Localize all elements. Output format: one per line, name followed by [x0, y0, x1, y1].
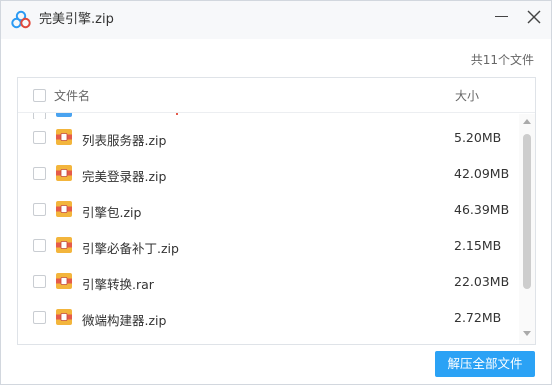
select-all-checkbox[interactable]	[33, 89, 46, 102]
archive-file-icon	[56, 237, 72, 253]
file-name: 微端构建器.zip	[82, 313, 167, 328]
vertical-scrollbar[interactable]	[519, 114, 535, 344]
file-name: 引擎转换.rar	[82, 277, 154, 292]
row-checkbox[interactable]	[33, 275, 46, 288]
file-size: 46.39MB	[454, 202, 510, 217]
column-header-name[interactable]: 文件名	[54, 87, 90, 104]
file-size: 2.72MB	[454, 310, 502, 325]
file-size: 2.15MB	[454, 238, 502, 253]
title-bar: 完美引擎.zip	[1, 1, 551, 39]
scroll-up-arrow-icon[interactable]	[523, 119, 531, 124]
archive-preview-window: 完美引擎.zip 共11个文件 文件名 大小 列表服务器.zip 5.20MB …	[0, 0, 552, 385]
archive-file-icon	[56, 165, 72, 181]
file-name: 列表服务器.zip	[82, 133, 167, 148]
scrollbar-thumb[interactable]	[523, 134, 531, 289]
minimize-button[interactable]	[491, 6, 513, 28]
column-header-size[interactable]: 大小	[455, 87, 479, 104]
list-item-partial	[18, 113, 518, 119]
file-count-label: 共11个文件	[470, 53, 534, 67]
file-list: 文件名 大小 列表服务器.zip 5.20MB 完美登录器.zip 42.09M…	[17, 77, 536, 345]
row-checkbox[interactable]	[33, 311, 46, 324]
list-item[interactable]: 完美登录器.zip 42.09MB	[18, 156, 518, 192]
file-name: 引擎包.zip	[82, 205, 142, 220]
archive-file-icon	[56, 273, 72, 289]
file-size: 22.03MB	[454, 274, 510, 289]
archive-file-icon	[56, 129, 72, 145]
file-name: 引擎必备补丁.zip	[82, 241, 179, 256]
close-button[interactable]	[523, 6, 545, 28]
row-checkbox[interactable]	[33, 167, 46, 180]
row-checkbox[interactable]	[33, 239, 46, 252]
window-title: 完美引擎.zip	[39, 12, 114, 27]
list-item[interactable]: 引擎转换.rar 22.03MB	[18, 264, 518, 300]
baidu-netdisk-cloud-icon	[11, 10, 31, 29]
scroll-down-arrow-icon[interactable]	[523, 331, 531, 336]
row-checkbox[interactable]	[33, 203, 46, 216]
extract-all-button[interactable]: 解压全部文件	[435, 351, 535, 377]
row-checkbox[interactable]	[33, 131, 46, 144]
archive-file-icon	[56, 201, 72, 217]
list-header: 文件名 大小	[18, 78, 535, 113]
file-size: 42.09MB	[454, 166, 510, 181]
list-item[interactable]: 微端构建器.zip 2.72MB	[18, 300, 518, 336]
list-item[interactable]: 引擎必备补丁.zip 2.15MB	[18, 228, 518, 264]
file-name: 完美登录器.zip	[82, 169, 167, 184]
archive-file-icon	[56, 309, 72, 325]
list-item[interactable]: 引擎包.zip 46.39MB	[18, 192, 518, 228]
file-size: 5.20MB	[454, 130, 502, 145]
list-item[interactable]: 列表服务器.zip 5.20MB	[18, 120, 518, 156]
